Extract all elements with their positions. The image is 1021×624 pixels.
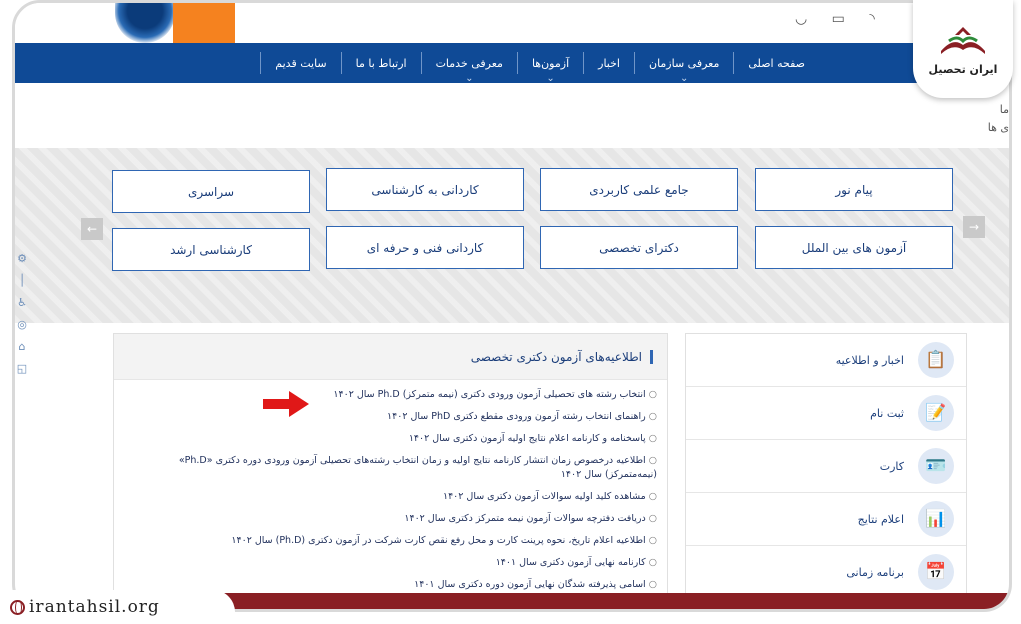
- announcement-link[interactable]: مشاهده کلید اولیه سوالات آزمون دکتری سال…: [124, 490, 657, 504]
- announcement-link[interactable]: انتخاب رشته های تحصیلی آزمون ورودی دکتری…: [124, 388, 657, 402]
- schedule-icon: 📅: [918, 554, 954, 590]
- top-strip: ◡ ▭ ◝: [15, 3, 1009, 43]
- category-payam-noor[interactable]: پیام نور: [755, 168, 953, 211]
- nav-item[interactable]: صفحه اصلی: [733, 52, 819, 74]
- category-kardani-be-karshenasi[interactable]: کاردانی به کارشناسی: [326, 168, 524, 211]
- brand-name: ایران تحصیل: [928, 62, 998, 76]
- announcement-link[interactable]: پاسخنامه و کارنامه اعلام نتایج اولیه آزم…: [124, 432, 657, 446]
- organization-logo[interactable]: [115, 3, 175, 43]
- top-glyphs: ◡ ▭ ◝: [795, 11, 885, 27]
- nav-item[interactable]: ارتباط با ما: [340, 52, 421, 74]
- category-fanni-herfei[interactable]: کاردانی فنی و حرفه ای: [326, 226, 524, 269]
- announcements-panel: اطلاعیه‌های آزمون دکتری تخصصی انتخاب رشت…: [113, 333, 668, 609]
- registration-icon: 📝: [918, 395, 954, 431]
- side-menu-label: اخبار و اطلاعیه: [835, 353, 904, 367]
- breadcrumb: ما ی ها: [988, 101, 1009, 137]
- category-phd[interactable]: دکترای تخصصی: [540, 226, 738, 269]
- side-menu-label: کارت: [879, 459, 904, 473]
- announcement-link[interactable]: راهنمای انتخاب رشته آزمون ورودی مقطع دکت…: [124, 410, 657, 424]
- breadcrumb-line: ما: [999, 103, 1009, 116]
- site-url: irantahsil.org: [29, 597, 160, 617]
- news-icon: 📋: [918, 342, 954, 378]
- carousel-next-button[interactable]: →: [963, 216, 985, 238]
- globe-icon: [10, 599, 25, 615]
- orange-accent-block: [173, 3, 235, 43]
- nav-item[interactable]: آزمون‌ها: [516, 52, 583, 74]
- category-elmi-karbordi[interactable]: جامع علمی کاربردی: [540, 168, 738, 211]
- nav-item[interactable]: معرفی سازمان: [633, 52, 733, 74]
- side-menu-item-card[interactable]: 🪪 کارت: [686, 440, 966, 493]
- announcements-list: انتخاب رشته های تحصیلی آزمون ورودی دکتری…: [114, 380, 667, 592]
- category-international[interactable]: آزمون های بین الملل: [755, 226, 953, 269]
- announcement-link[interactable]: اطلاعیه اعلام تاریخ، نحوه پرینت کارت و م…: [124, 534, 657, 548]
- side-menu-label: ثبت نام: [870, 406, 904, 420]
- category-sarasari[interactable]: سراسری: [112, 170, 310, 213]
- card-icon: 🪪: [918, 448, 954, 484]
- announcement-link[interactable]: اطلاعیه درخصوص زمان انتشار کارنامه نتایج…: [124, 454, 657, 482]
- brand-logo-icon: [941, 26, 985, 54]
- side-menu-label: اعلام نتایج: [857, 512, 904, 526]
- results-icon: 📊: [918, 501, 954, 537]
- main-navbar: صفحه اصلیمعرفی سازماناخبارآزمون‌هامعرفی …: [15, 43, 1009, 83]
- left-edge-icons: ⚙ │ ♿ ◎ ⌂ ◱: [16, 252, 28, 375]
- announcement-link[interactable]: دریافت دفترچه سوالات آزمون نیمه متمرکز د…: [124, 512, 657, 526]
- category-arshad[interactable]: کارشناسی ارشد: [112, 228, 310, 271]
- side-menu: 📋 اخبار و اطلاعیه 📝 ثبت نام 🪪 کارت 📊 اعلام نتای…: [685, 333, 967, 609]
- announcement-link[interactable]: کارنامه نهایی آزمون دکتری سال ۱۴۰۱: [124, 556, 657, 570]
- side-menu-label: برنامه زمانی: [846, 565, 904, 579]
- breadcrumb-line: ی ها: [987, 121, 1009, 134]
- brand-badge: ایران تحصیل: [913, 0, 1013, 98]
- site-url-pill[interactable]: irantahsil.org: [0, 590, 235, 624]
- announcements-header: اطلاعیه‌های آزمون دکتری تخصصی: [114, 334, 667, 380]
- side-menu-item-results[interactable]: 📊 اعلام نتایج: [686, 493, 966, 546]
- nav-item[interactable]: اخبار: [583, 52, 634, 74]
- nav-item[interactable]: معرفی خدمات: [420, 52, 517, 74]
- carousel-prev-button[interactable]: ←: [81, 218, 103, 240]
- side-menu-item-news[interactable]: 📋 اخبار و اطلاعیه: [686, 334, 966, 387]
- red-arrow-icon: [263, 391, 309, 417]
- side-menu-item-registration[interactable]: 📝 ثبت نام: [686, 387, 966, 440]
- nav-item[interactable]: سایت قدیم: [260, 52, 340, 74]
- announcements-title: اطلاعیه‌های آزمون دکتری تخصصی: [471, 349, 653, 364]
- side-menu-item-schedule[interactable]: 📅 برنامه زمانی: [686, 546, 966, 599]
- exam-category-band: ← → پیام نور جامع علمی کاربردی کاردانی ب…: [15, 148, 1009, 323]
- browser-frame: ◡ ▭ ◝ صفحه اصلیمعرفی سازماناخبارآزمون‌ها…: [12, 0, 1012, 612]
